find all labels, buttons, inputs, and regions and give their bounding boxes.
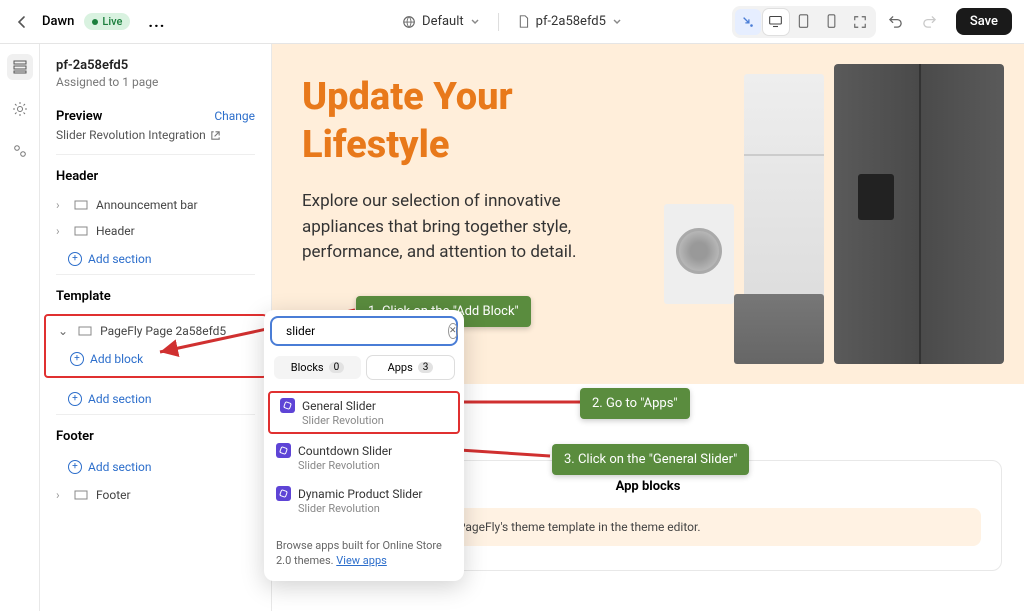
add-section-template[interactable]: +Add section	[40, 384, 271, 414]
search-input[interactable]	[286, 324, 442, 338]
undo-button[interactable]	[882, 8, 910, 36]
topbar: Dawn Live ... Default pf-2a58efd5 Save	[0, 0, 1024, 44]
globe-icon	[402, 15, 416, 29]
more-button[interactable]: ...	[148, 12, 165, 31]
topbar-center: Default pf-2a58efd5	[402, 13, 622, 31]
add-section-footer[interactable]: +Add section	[40, 452, 271, 482]
change-link[interactable]: Change	[214, 109, 255, 123]
save-button[interactable]: Save	[956, 8, 1012, 35]
footer-section-label: Footer	[40, 415, 271, 452]
chevron-down-icon	[612, 17, 622, 27]
callout-3: 3. Click on the "General Slider"	[552, 444, 749, 475]
fullscreen-view[interactable]	[847, 9, 873, 35]
page-assigned: Assigned to 1 page	[56, 75, 255, 89]
app-icon	[276, 486, 291, 501]
page-selector[interactable]: pf-2a58efd5	[517, 14, 622, 29]
app-icon	[280, 398, 295, 413]
variant-selector[interactable]: Default	[402, 14, 480, 29]
header-section-label: Header	[40, 155, 271, 192]
view-apps-link[interactable]: View apps	[336, 554, 387, 567]
tab-apps[interactable]: Apps3	[367, 356, 454, 379]
popup-footer: Browse apps built for Online Store 2.0 t…	[264, 530, 464, 581]
tab-blocks[interactable]: Blocks0	[274, 356, 361, 379]
list-item-general-slider[interactable]: General Slider Slider Revolution	[268, 391, 460, 434]
external-icon	[210, 130, 221, 141]
chevron-down-icon	[470, 17, 480, 27]
list-item-dynamic-slider[interactable]: Dynamic Product Slider Slider Revolution	[264, 479, 464, 522]
popup-search: ✕	[270, 316, 458, 346]
tree-pagefly[interactable]: ⌄ PageFly Page 2a58efd5	[46, 318, 265, 344]
inspector-toggle[interactable]	[735, 9, 761, 35]
preview-name[interactable]: Slider Revolution Integration	[40, 128, 271, 154]
divider	[498, 13, 499, 31]
viewport-group	[732, 6, 876, 38]
live-badge: Live	[84, 13, 130, 30]
tree-header[interactable]: › Header	[40, 218, 271, 244]
app-icon	[276, 443, 291, 458]
left-rail	[0, 44, 40, 611]
add-block-popup: ✕ Blocks0 Apps3 General Slider Slider Re…	[264, 310, 464, 581]
section-icon	[74, 198, 88, 212]
desktop-view[interactable]	[763, 9, 789, 35]
hero-text: Explore our selection of innovative appl…	[302, 189, 622, 266]
topbar-left: Dawn Live ...	[12, 12, 165, 32]
add-section-header[interactable]: +Add section	[40, 244, 271, 274]
page-title: pf-2a58efd5	[56, 58, 255, 73]
section-icon	[74, 224, 88, 238]
add-block-link[interactable]: +Add block	[46, 344, 265, 374]
tree-footer[interactable]: › Footer	[40, 482, 271, 508]
tree-announcement-bar[interactable]: › Announcement bar	[40, 192, 271, 218]
apps-rail[interactable]	[7, 138, 33, 164]
highlight-add-block: ⌄ PageFly Page 2a58efd5 +Add block	[44, 314, 267, 378]
preview-label: Preview	[56, 109, 102, 124]
section-icon	[78, 324, 92, 338]
back-icon[interactable]	[12, 12, 32, 32]
sidebar: pf-2a58efd5 Assigned to 1 page Preview C…	[40, 44, 272, 611]
popup-list: General Slider Slider Revolution Countdo…	[264, 387, 464, 530]
callout-2: 2. Go to "Apps"	[580, 388, 690, 419]
list-item-countdown-slider[interactable]: Countdown Slider Slider Revolution	[264, 436, 464, 479]
redo-button[interactable]	[916, 8, 944, 36]
tablet-view[interactable]	[791, 9, 817, 35]
popup-tabs: Blocks0 Apps3	[264, 352, 464, 387]
topbar-right: Save	[732, 6, 1012, 38]
section-icon	[74, 488, 88, 502]
mobile-view[interactable]	[819, 9, 845, 35]
hero-image	[624, 64, 1004, 364]
template-section-label: Template	[40, 275, 271, 312]
theme-name: Dawn	[42, 14, 74, 29]
sections-rail[interactable]	[7, 54, 33, 80]
clear-search[interactable]: ✕	[448, 323, 458, 339]
settings-rail[interactable]	[7, 96, 33, 122]
page-icon	[517, 15, 530, 28]
